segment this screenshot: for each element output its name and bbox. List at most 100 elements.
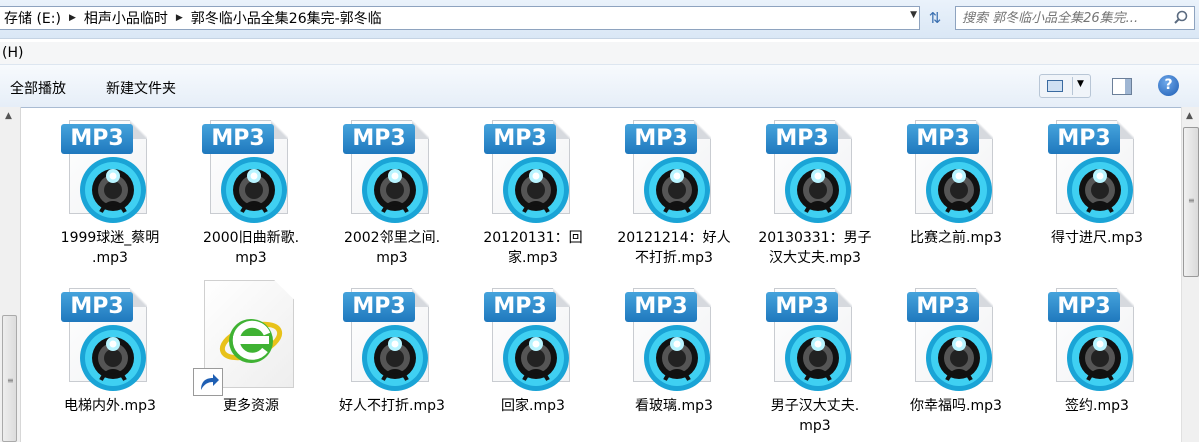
file-item[interactable]: MP3 你幸福吗.mp3 — [886, 278, 1026, 446]
file-item[interactable]: MP3 比赛之前.mp3 — [886, 110, 1026, 278]
mp3-badge: MP3 — [343, 124, 415, 154]
file-item[interactable]: MP3 2002邻里之间. mp3 — [322, 110, 462, 278]
nav-pane-scrollbar[interactable]: ▲ ≡ — [0, 107, 21, 442]
file-item[interactable]: MP3 1999球迷_蔡明 .mp3 — [40, 110, 180, 278]
file-name-line: 2000旧曲新歌. — [202, 230, 300, 246]
file-name-line: 不打折.mp3 — [635, 250, 713, 266]
file-item[interactable]: MP3 看玻璃.mp3 — [604, 278, 744, 446]
file-item[interactable]: MP3 回家.mp3 — [463, 278, 603, 446]
file-item[interactable]: MP3 签约.mp3 — [1027, 278, 1167, 446]
mp3-file-icon: MP3 — [907, 120, 1003, 223]
breadcrumb-folder-1[interactable]: 相声小品临时 — [80, 8, 172, 28]
speaker-disc-icon — [362, 325, 428, 391]
scrollbar-thumb[interactable]: ≡ — [1183, 127, 1199, 277]
search-icon[interactable] — [1174, 10, 1188, 24]
file-item[interactable]: MP3 20121214：好人 不打折.mp3 — [604, 110, 744, 278]
file-name-line: 20120131：回 — [483, 230, 583, 246]
file-name-label: 你幸福吗.mp3 — [886, 396, 1026, 416]
file-grid: MP3 1999球迷_蔡明 .mp3 MP3 2000旧曲新歌. mp3 MP3 2002邻里… — [40, 110, 1170, 442]
content-scrollbar[interactable]: ▲ ≡ — [1181, 107, 1199, 442]
play-all-button[interactable]: 全部播放 — [10, 78, 66, 98]
mp3-file-icon: MP3 — [907, 288, 1003, 391]
address-history-dropdown-icon[interactable]: ▼ — [910, 10, 917, 20]
mp3-badge: MP3 — [766, 292, 838, 322]
file-item[interactable]: MP3 男子汉大丈夫. mp3 — [745, 278, 885, 446]
breadcrumb-separator-icon[interactable]: ▶ — [65, 13, 80, 23]
mp3-file-icon: MP3 — [343, 120, 439, 223]
file-name-label: 1999球迷_蔡明 .mp3 — [40, 228, 180, 268]
mp3-file-icon: MP3 — [766, 120, 862, 223]
mp3-badge: MP3 — [202, 124, 274, 154]
file-name-line: 好人不打折.mp3 — [339, 398, 445, 414]
mp3-badge: MP3 — [484, 124, 556, 154]
mp3-badge: MP3 — [343, 292, 415, 322]
speaker-disc-icon — [362, 157, 428, 223]
mp3-file-icon: MP3 — [484, 120, 580, 223]
browser-e-icon — [219, 319, 283, 363]
refresh-icon[interactable]: ⇅ — [924, 8, 946, 28]
file-name-label: 2002邻里之间. mp3 — [322, 228, 462, 268]
preview-pane-icon[interactable] — [1112, 78, 1132, 95]
file-name-label: 好人不打折.mp3 — [322, 396, 462, 416]
speaker-disc-icon — [1067, 325, 1133, 391]
mp3-badge: MP3 — [907, 124, 979, 154]
mp3-badge: MP3 — [625, 292, 697, 322]
speaker-disc-icon — [926, 157, 992, 223]
file-name-label: 20120131：回 家.mp3 — [463, 228, 603, 268]
file-name-line: 比赛之前.mp3 — [910, 230, 1002, 246]
breadcrumb-drive[interactable]: 存储 (E:) — [0, 8, 65, 28]
file-item[interactable]: MP3 得寸进尺.mp3 — [1027, 110, 1167, 278]
speaker-disc-icon — [80, 157, 146, 223]
address-bar-region: 存储 (E:) ▶ 相声小品临时 ▶ 郭冬临小品全集26集完-郭冬临 ▼ ⇅ — [0, 0, 1199, 39]
mp3-file-icon: MP3 — [202, 120, 298, 223]
address-bar[interactable]: 存储 (E:) ▶ 相声小品临时 ▶ 郭冬临小品全集26集完-郭冬临 ▼ — [0, 6, 920, 30]
speaker-disc-icon — [503, 157, 569, 223]
menu-bar: (H) — [0, 42, 1199, 64]
file-name-label: 签约.mp3 — [1027, 396, 1167, 416]
breadcrumb-separator-icon[interactable]: ▶ — [172, 13, 187, 23]
file-item[interactable]: MP3 2000旧曲新歌. mp3 — [181, 110, 321, 278]
change-view-button[interactable]: ▼ — [1039, 74, 1091, 98]
file-name-label: 20121214：好人 不打折.mp3 — [604, 228, 744, 268]
speaker-disc-icon — [503, 325, 569, 391]
speaker-disc-icon — [644, 325, 710, 391]
help-icon[interactable]: ? — [1158, 75, 1179, 96]
file-item[interactable]: MP3 20130331：男子 汉大丈夫.mp3 — [745, 110, 885, 278]
file-name-label: 2000旧曲新歌. mp3 — [181, 228, 321, 268]
search-box[interactable] — [955, 6, 1195, 30]
command-bar: 全部播放 新建文件夹 ▼ ? — [0, 64, 1199, 108]
scroll-up-icon[interactable]: ▲ — [1186, 111, 1193, 121]
file-name-label: 20130331：男子 汉大丈夫.mp3 — [745, 228, 885, 268]
file-name-line: 更多资源 — [223, 398, 279, 414]
file-name-line: 得寸进尺.mp3 — [1051, 230, 1143, 246]
chevron-down-icon[interactable]: ▼ — [1077, 79, 1084, 89]
file-name-line: mp3 — [376, 250, 408, 266]
file-name-line: 2002邻里之间. — [343, 230, 441, 246]
file-name-line: .mp3 — [92, 250, 128, 266]
mp3-file-icon: MP3 — [484, 288, 580, 391]
breadcrumb-current-folder[interactable]: 郭冬临小品全集26集完-郭冬临 — [187, 8, 386, 28]
search-input[interactable] — [960, 9, 1164, 27]
speaker-disc-icon — [644, 157, 710, 223]
file-name-line: 20121214：好人 — [617, 230, 731, 246]
speaker-disc-icon — [926, 325, 992, 391]
scrollbar-thumb[interactable]: ≡ — [2, 315, 17, 442]
file-name-line: 20130331：男子 — [758, 230, 872, 246]
menu-help[interactable]: (H) — [0, 45, 25, 61]
mp3-badge: MP3 — [625, 124, 697, 154]
file-name-label: 比赛之前.mp3 — [886, 228, 1026, 248]
file-item[interactable]: 更多资源 — [181, 278, 321, 446]
new-folder-button[interactable]: 新建文件夹 — [106, 78, 176, 98]
file-name-line: 1999球迷_蔡明 — [60, 230, 160, 246]
scroll-up-icon[interactable]: ▲ — [5, 111, 12, 121]
mp3-file-icon: MP3 — [61, 120, 157, 223]
file-name-line: 电梯内外.mp3 — [64, 398, 156, 414]
file-name-line: 男子汉大丈夫. — [770, 398, 860, 414]
speaker-disc-icon — [785, 325, 851, 391]
file-item[interactable]: MP3 20120131：回 家.mp3 — [463, 110, 603, 278]
file-item[interactable]: MP3 电梯内外.mp3 — [40, 278, 180, 446]
mp3-file-icon: MP3 — [1048, 120, 1144, 223]
file-item[interactable]: MP3 好人不打折.mp3 — [322, 278, 462, 446]
file-name-line: 你幸福吗.mp3 — [910, 398, 1002, 414]
mp3-file-icon: MP3 — [625, 288, 721, 391]
